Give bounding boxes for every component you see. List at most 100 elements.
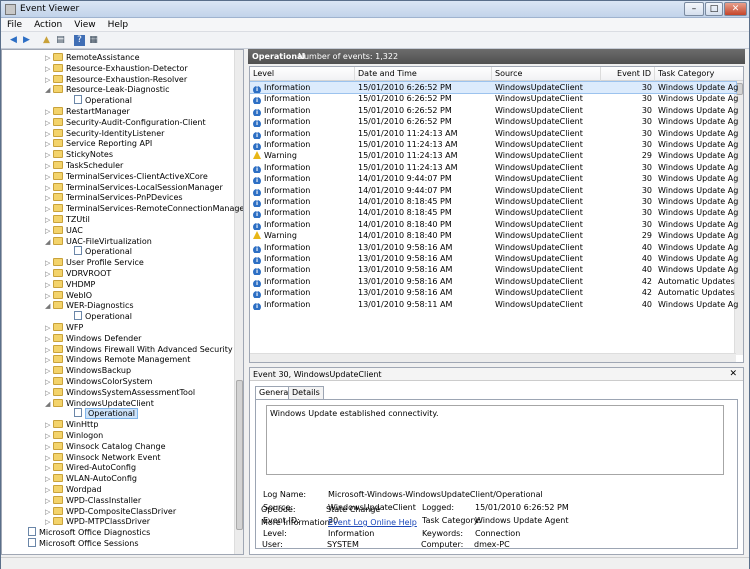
column-date-time[interactable]: Date and Time xyxy=(355,67,492,81)
tree-item[interactable]: ▷ TerminalServices-ClientActiveXCore xyxy=(45,171,208,182)
tree-item[interactable]: ▷ RemoteAssistance xyxy=(45,52,140,63)
tree-item[interactable]: ▷ Security-Audit-Configuration-Client xyxy=(45,117,206,128)
tree-item[interactable]: ▷ StickyNotes xyxy=(45,149,113,160)
tree-item[interactable]: ▷ UAC xyxy=(45,225,83,236)
event-row[interactable]: i Information 13/01/2010 9:58:16 AM Windows… xyxy=(250,242,738,253)
tree-item[interactable]: ▷ WinHttp xyxy=(45,419,98,430)
tree-item[interactable]: ◢ WindowsUpdateClient xyxy=(45,398,154,409)
tree-item[interactable]: Operational xyxy=(66,311,132,322)
tree-item[interactable]: ▷ VHDMP xyxy=(45,279,95,290)
event-row[interactable]: i Information 15/01/2010 6:26:52 PM Windows… xyxy=(250,81,738,94)
properties-icon[interactable]: ▦ xyxy=(88,35,99,46)
close-detail-icon[interactable]: ✕ xyxy=(729,369,737,379)
event-cell-text: Information xyxy=(264,197,311,206)
show-hide-tree-icon[interactable]: ▤ xyxy=(55,35,66,46)
tree-item[interactable]: ▷ WindowsBackup xyxy=(45,365,131,376)
tree-item[interactable]: ▷ Windows Defender xyxy=(45,333,141,344)
menu-action[interactable]: Action xyxy=(28,18,68,30)
menu-help[interactable]: Help xyxy=(102,18,135,30)
tree-item[interactable]: ▷ Winsock Catalog Change xyxy=(45,441,166,452)
event-row[interactable]: i Information 15/01/2010 6:26:52 PM Windows… xyxy=(250,105,738,116)
tree-item[interactable]: ▷ TerminalServices-LocalSessionManager xyxy=(45,182,223,193)
event-row[interactable]: Warning 14/01/2010 8:18:40 PM WindowsUpdat… xyxy=(250,230,738,241)
column-event-id[interactable]: Event ID xyxy=(601,67,655,81)
tree-item[interactable]: Microsoft Office Diagnostics xyxy=(20,527,150,538)
column-task-category[interactable]: Task Category xyxy=(655,67,743,81)
tree-item[interactable]: ▷ Resource-Exhaustion-Resolver xyxy=(45,74,187,85)
tree-item[interactable]: ◢ WER-Diagnostics xyxy=(45,300,134,311)
event-row[interactable]: i Information 15/01/2010 11:24:13 AM Window… xyxy=(250,139,738,150)
event-row[interactable]: i Information 14/01/2010 8:18:45 PM Windows… xyxy=(250,207,738,219)
event-row[interactable]: i Information 13/01/2010 9:58:11 AM Windows… xyxy=(250,299,738,310)
tree-item[interactable]: ▷ Wordpad xyxy=(45,484,102,495)
expand-arrow-icon[interactable]: ◢ xyxy=(45,301,53,312)
event-row[interactable]: Warning 15/01/2010 11:24:13 AM WindowsUpda… xyxy=(250,150,738,161)
column-level[interactable]: Level xyxy=(250,67,355,81)
tree-item[interactable]: ▷ WFP xyxy=(45,322,83,333)
tab-details[interactable]: Details xyxy=(288,386,324,399)
tree-item[interactable]: Operational xyxy=(66,95,132,106)
tree-item[interactable]: ▷ WindowsSystemAssessmentTool xyxy=(45,387,195,398)
minimize-button[interactable]: – xyxy=(684,2,704,16)
tree-item[interactable]: ▷ Winlogon xyxy=(45,430,103,441)
menu-file[interactable]: File xyxy=(1,18,28,30)
tree-item[interactable]: ▷ WPD-ClassInstaller xyxy=(45,495,141,506)
close-button[interactable]: ✕ xyxy=(724,2,747,16)
tree-item-label: WPD-ClassInstaller xyxy=(66,495,142,505)
tree-item[interactable]: ▷ WebIO xyxy=(45,290,92,301)
tree-item[interactable]: ▷ Winsock Network Event xyxy=(45,452,161,463)
tree-item[interactable]: ▷ User Profile Service xyxy=(45,257,144,268)
tree-item[interactable]: ▷ Security-IdentityListener xyxy=(45,128,164,139)
event-row[interactable]: i Information 14/01/2010 9:44:07 PM Windows… xyxy=(250,185,738,196)
up-folder-icon[interactable]: ▲ xyxy=(41,35,52,46)
tree-item[interactable]: ▷ Windows Remote Management xyxy=(45,354,190,365)
tree-item[interactable]: ◢ Resource-Leak-Diagnostic xyxy=(45,84,170,95)
tree-item[interactable]: ▷ Resource-Exhaustion-Detector xyxy=(45,63,188,74)
tree-item[interactable]: ▷ VDRVROOT xyxy=(45,268,111,279)
event-row[interactable]: i Information 14/01/2010 9:44:07 PM Windows… xyxy=(250,173,738,185)
expand-arrow-icon[interactable]: ◢ xyxy=(45,85,53,96)
tree-item[interactable]: Operational xyxy=(66,408,138,420)
column-source[interactable]: Source xyxy=(492,67,601,81)
menu-view[interactable]: View xyxy=(68,18,101,30)
event-row[interactable]: i Information 15/01/2010 6:26:52 PM Windows… xyxy=(250,116,738,128)
tree-scrollbar[interactable] xyxy=(234,50,243,554)
tree-item[interactable]: ▷ WLAN-AutoConfig xyxy=(45,473,137,484)
forward-icon[interactable]: ▶ xyxy=(21,35,32,46)
event-row[interactable]: i Information 13/01/2010 9:58:16 AM Windows… xyxy=(250,264,738,276)
grid-horizontal-scrollbar[interactable] xyxy=(250,353,736,362)
event-cell-text: Windows Update Agent xyxy=(658,254,738,263)
tree-item[interactable]: Microsoft Office Sessions xyxy=(20,538,139,549)
event-row[interactable]: i Information 15/01/2010 6:26:52 PM Windows… xyxy=(250,93,738,105)
tree-item[interactable]: ▷ RestartManager xyxy=(45,106,130,117)
tree-item[interactable]: ▷ TaskScheduler xyxy=(45,160,123,171)
tree-item[interactable]: ◢ UAC-FileVirtualization xyxy=(45,236,152,247)
tree-item[interactable]: ▷ Windows Firewall With Advanced Security xyxy=(45,344,233,355)
event-log-online-help-link[interactable]: Event Log Online Help xyxy=(328,517,417,528)
event-row[interactable]: i Information 15/01/2010 11:24:13 AM Window… xyxy=(250,128,738,139)
event-row[interactable]: i Information 15/01/2010 11:24:13 AM Window… xyxy=(250,162,738,173)
tree-item[interactable]: ▷ WPD-CompositeClassDriver xyxy=(45,506,176,517)
event-cell-level: i Information xyxy=(253,139,353,150)
expand-arrow-icon[interactable]: ◢ xyxy=(45,237,53,248)
tree-scroll-thumb[interactable] xyxy=(236,380,243,530)
event-row[interactable]: i Information 13/01/2010 9:58:16 AM Windows… xyxy=(250,276,736,287)
maximize-button[interactable]: □ xyxy=(705,2,723,16)
help-icon[interactable]: ? xyxy=(74,35,85,46)
event-cell-level: i Information xyxy=(253,242,353,253)
tree-item[interactable]: ▷ TerminalServices-PnPDevices xyxy=(45,192,183,203)
event-row[interactable]: i Information 14/01/2010 8:18:40 PM Windows… xyxy=(250,219,738,230)
expand-arrow-icon[interactable]: ◢ xyxy=(45,399,53,410)
tree-item[interactable]: ▷ Service Reporting API xyxy=(45,138,152,149)
event-cell-id: 30 xyxy=(601,128,652,139)
event-row[interactable]: i Information 13/01/2010 9:58:16 AM Windows… xyxy=(250,253,738,264)
tree-item[interactable]: Operational xyxy=(66,246,132,257)
tree-item[interactable]: ▷ TerminalServices-RemoteConnectionManage… xyxy=(45,203,243,214)
tree-item[interactable]: ▷ WindowsColorSystem xyxy=(45,376,152,387)
tree-item[interactable]: ▷ WPD-MTPClassDriver xyxy=(45,516,150,527)
tree-item[interactable]: ▷ TZUtil xyxy=(45,214,90,225)
event-row[interactable]: i Information 13/01/2010 9:58:16 AM Windows… xyxy=(250,287,736,299)
tree-item[interactable]: ▷ Wired-AutoConfig xyxy=(45,462,136,473)
back-icon[interactable]: ◀ xyxy=(8,35,19,46)
event-row[interactable]: i Information 14/01/2010 8:18:45 PM Windows… xyxy=(250,196,738,207)
